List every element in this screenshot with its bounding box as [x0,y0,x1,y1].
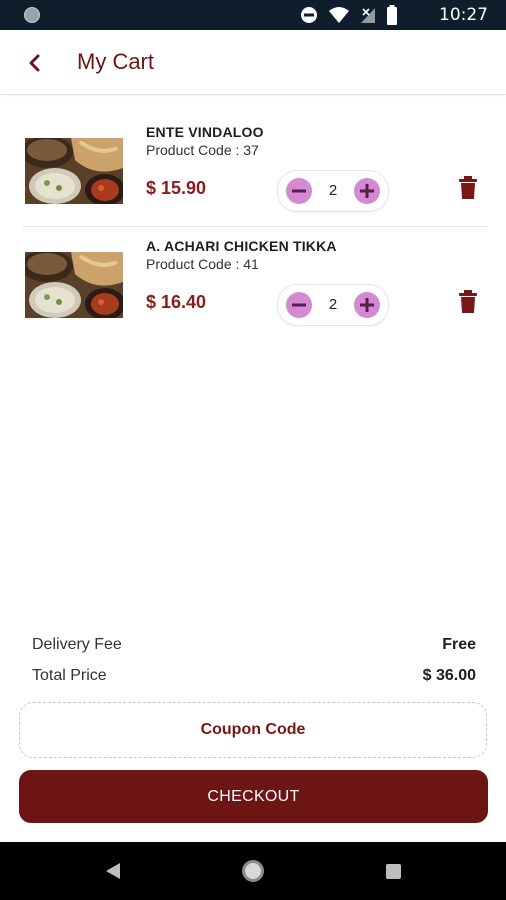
checkout-button[interactable]: CHECKOUT [19,770,488,823]
quantity-stepper: 2 [277,170,389,212]
item-name: ENTE VINDALOO [146,124,264,140]
system-nav-bar [0,842,506,900]
page-title: My Cart [77,49,154,74]
chevron-left-icon[interactable] [20,48,50,78]
app-bar: My Cart [0,30,506,95]
nav-home-icon[interactable] [242,860,264,882]
minus-icon [292,189,306,193]
decrease-quantity-button[interactable] [286,292,312,318]
total-price-label: Total Price [32,667,107,684]
plus-icon [360,184,374,198]
quantity-value: 2 [328,296,338,313]
nav-recents-icon[interactable] [386,864,401,879]
total-price-row: Total Price $ 36.00 [32,667,476,689]
item-price: $ 15.90 [146,178,207,198]
item-name: A. ACHARI CHICKEN TIKKA [146,238,337,254]
plus-icon [360,298,374,312]
status-icons [300,5,398,25]
item-product-code: Product Code : 37 [146,142,259,158]
total-price-value: $ 36.00 [422,667,476,684]
cart-item: A. ACHARI CHICKEN TIKKA Product Code : 4… [0,226,506,338]
delivery-fee-value: Free [442,636,476,653]
increase-quantity-button[interactable] [354,178,380,204]
notification-dot-icon [24,7,40,23]
status-bar: 10:27 [0,0,506,30]
trash-icon[interactable] [458,176,478,200]
minus-icon [292,303,306,307]
no-signal-icon [361,8,375,23]
trash-icon[interactable] [458,290,478,314]
item-thumbnail [25,252,123,318]
increase-quantity-button[interactable] [354,292,380,318]
clock: 10:27 [439,5,488,25]
cart-item: ENTE VINDALOO Product Code : 37 $ 15.90 … [0,112,506,224]
decrease-quantity-button[interactable] [286,178,312,204]
item-product-code: Product Code : 41 [146,256,259,272]
nav-back-icon[interactable] [104,862,122,880]
wifi-icon [329,7,349,23]
delivery-fee-row: Delivery Fee Free [32,636,476,658]
battery-icon [387,5,397,25]
item-price: $ 16.40 [146,292,207,312]
coupon-code-button[interactable]: Coupon Code [19,702,487,758]
quantity-value: 2 [328,182,338,199]
item-thumbnail [25,138,123,204]
do-not-disturb-icon [301,7,317,23]
delivery-fee-label: Delivery Fee [32,636,122,653]
quantity-stepper: 2 [277,284,389,326]
